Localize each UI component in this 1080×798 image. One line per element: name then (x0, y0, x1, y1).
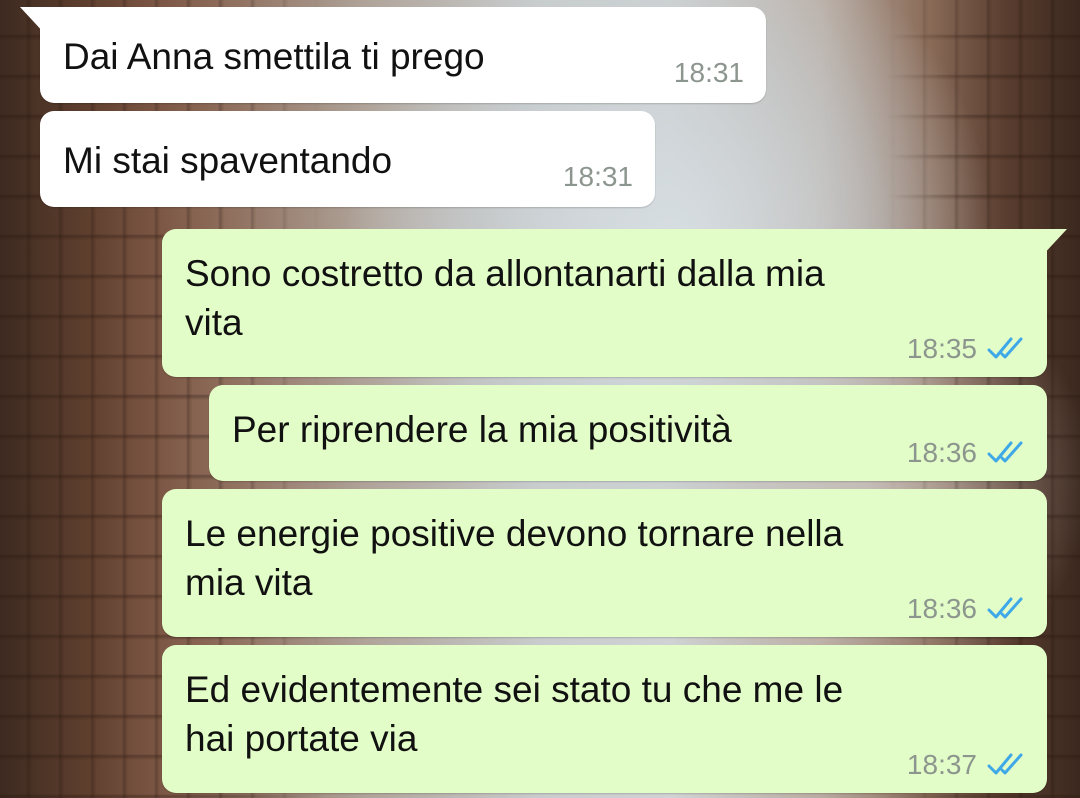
double-check-icon (987, 753, 1023, 775)
message-text: Ed evidentemente sei stato tu che me le … (185, 669, 844, 759)
double-check-icon (987, 337, 1023, 359)
message-time: 18:36 (906, 593, 977, 624)
message-text: Sono costretto da allontanarti dalla mia… (185, 253, 825, 343)
message-time: 18:31 (562, 161, 633, 192)
message-bubble-incoming[interactable]: Mi stai spaventando 18:31 (40, 111, 655, 207)
message-bubble-outgoing[interactable]: Le energie positive devono tornare nella… (162, 489, 1047, 637)
message-text: Mi stai spaventando (63, 140, 393, 181)
message-time: 18:35 (906, 333, 977, 364)
double-check-icon (987, 597, 1023, 619)
message-bubble-outgoing[interactable]: Ed evidentemente sei stato tu che me le … (162, 645, 1047, 793)
message-time: 18:36 (906, 437, 977, 468)
message-text: Per riprendere la mia positività (232, 409, 732, 450)
message-text: Dai Anna smettila ti prego (63, 36, 485, 77)
message-meta: 18:31 (674, 57, 744, 89)
message-meta: 18:35 (907, 333, 1025, 365)
message-time: 18:37 (906, 749, 977, 780)
double-check-icon (987, 441, 1023, 463)
message-meta: 18:31 (563, 161, 633, 193)
bubble-tail (20, 7, 46, 35)
message-bubble-outgoing[interactable]: Sono costretto da allontanarti dalla mia… (162, 229, 1067, 377)
message-bubble-incoming[interactable]: Dai Anna smettila ti prego 18:31 (20, 7, 766, 103)
message-meta: 18:37 (907, 749, 1025, 781)
message-time: 18:31 (673, 57, 744, 88)
message-bubble-outgoing[interactable]: Per riprendere la mia positività 18:36 (209, 385, 1047, 481)
message-text: Le energie positive devono tornare nella… (185, 513, 844, 603)
message-meta: 18:36 (907, 437, 1025, 469)
message-meta: 18:36 (907, 593, 1025, 625)
bubble-tail (1041, 229, 1067, 257)
